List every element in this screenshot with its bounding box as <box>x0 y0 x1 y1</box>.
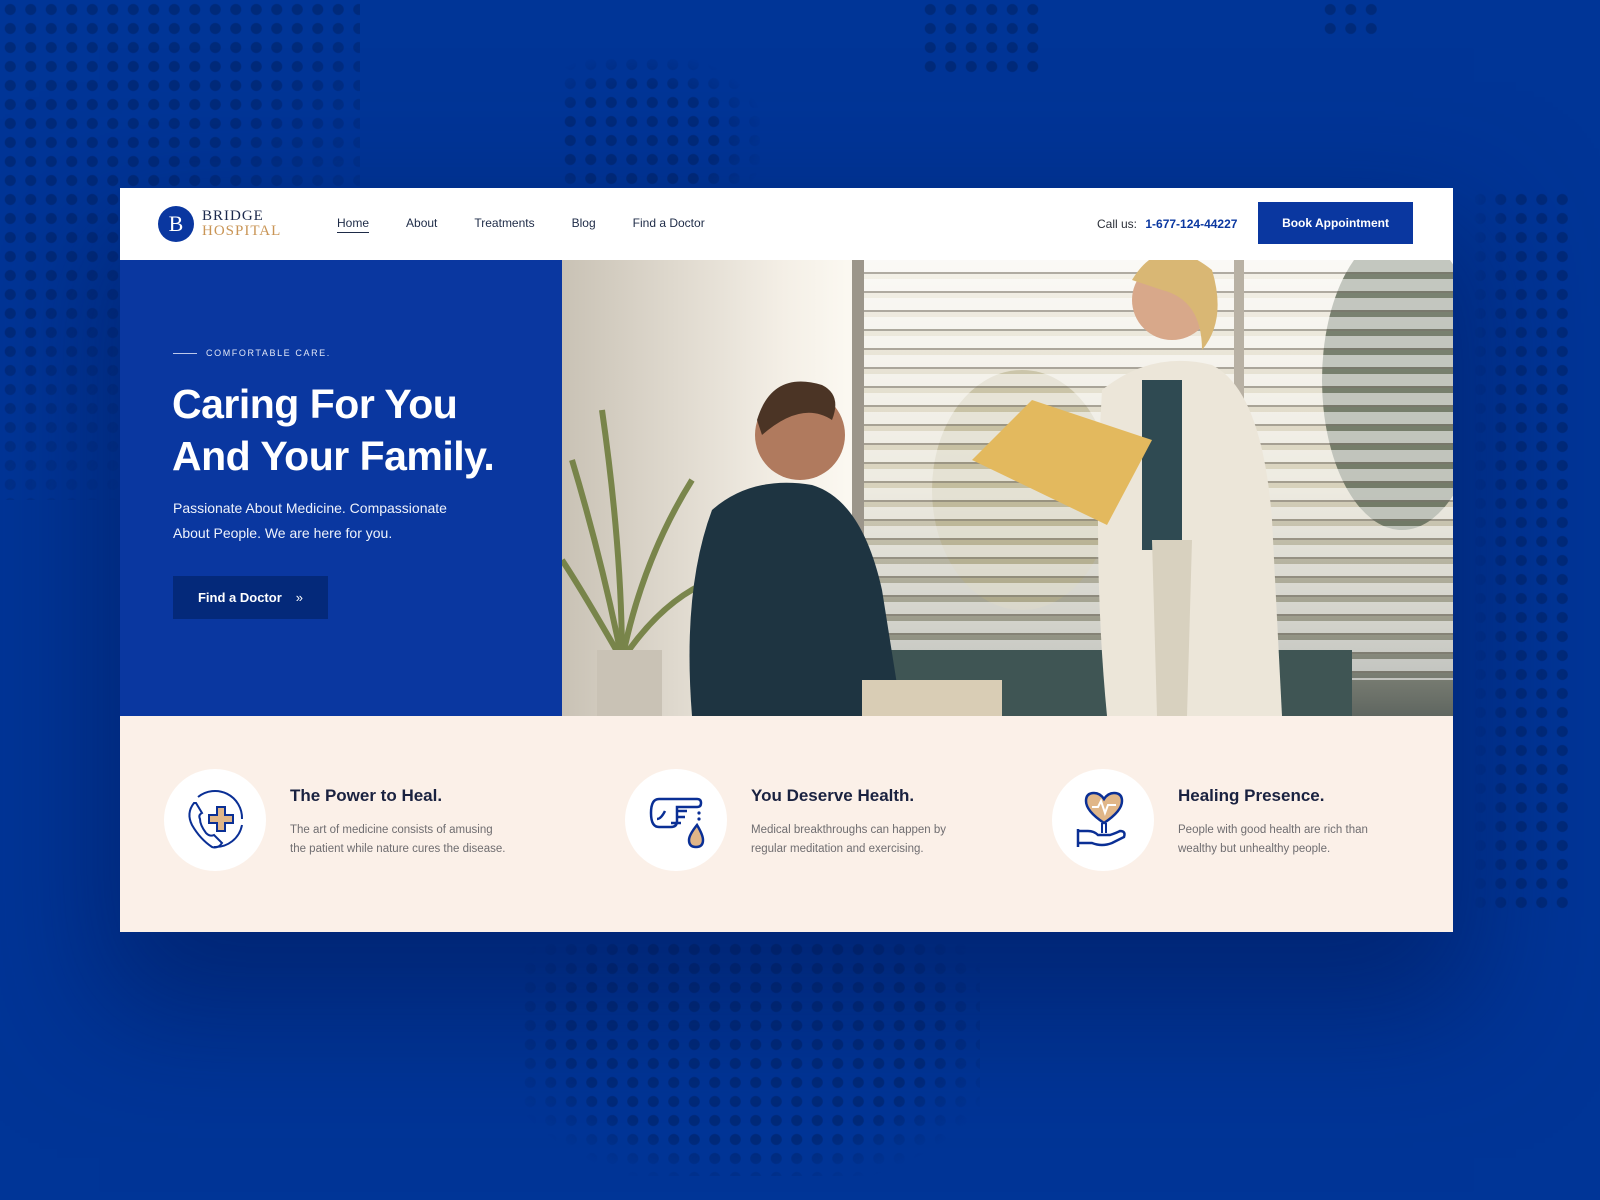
phone-medical-cross-icon <box>188 790 244 849</box>
feature-title: The Power to Heal. <box>290 786 443 805</box>
nav-item-find-a-doctor[interactable]: Find a Doctor <box>633 216 705 233</box>
feature-icon-circle <box>625 769 727 871</box>
feature-description: The art of medicine consists of amusing … <box>290 821 530 859</box>
feature-icon-circle <box>164 769 266 871</box>
doctor-patient-photo <box>562 260 1453 716</box>
feature-desc-line: People with good health are rich than <box>1178 824 1368 836</box>
feature-desc-line: Medical breakthroughs can happen by <box>751 824 946 836</box>
hero-subtitle: Passionate About Medicine. Compassionate… <box>173 496 473 546</box>
hero-image <box>562 260 1453 716</box>
feature-description: Medical breakthroughs can happen by regu… <box>751 821 991 859</box>
hero-eyebrow: COMFORTABLE CARE. <box>173 348 331 358</box>
logo-line-bridge: BRIDGE <box>202 208 264 224</box>
find-a-doctor-label: Find a Doctor <box>197 590 282 605</box>
site-header: B BRIDGE HOSPITAL Home About Treatments … <box>120 188 1453 260</box>
eyebrow-text: COMFORTABLE CARE. <box>206 348 331 358</box>
feature-desc-line: wealthy but unhealthy people. <box>1178 843 1331 855</box>
background-dot-pattern <box>560 55 760 195</box>
nav-item-blog[interactable]: Blog <box>572 216 596 233</box>
eyebrow-line <box>173 352 197 354</box>
nav-item-about[interactable]: About <box>406 216 437 233</box>
logo-badge: B <box>158 206 194 242</box>
background-dot-pattern <box>1320 0 1380 35</box>
phone-link[interactable]: 1-677-124-44227 <box>1145 217 1237 231</box>
logo[interactable]: B BRIDGE HOSPITAL <box>158 206 281 242</box>
feature-title: Healing Presence. <box>1178 786 1325 805</box>
hero-panel: COMFORTABLE CARE. Caring For You And You… <box>120 260 562 716</box>
feature-desc-line: the patient while nature cures the disea… <box>290 843 506 855</box>
call-us: Call us: 1-677-124-44227 <box>1097 217 1237 231</box>
hand-heart-pulse-icon <box>1076 791 1126 847</box>
hero-title-line1: Caring For You <box>172 381 458 427</box>
nav-item-treatments[interactable]: Treatments <box>474 216 534 233</box>
background-dot-pattern <box>520 940 980 1176</box>
hero-title: Caring For You And Your Family. <box>172 378 495 482</box>
feature-title: You Deserve Health. <box>751 786 915 805</box>
feature-desc-line: regular meditation and exercising. <box>751 843 924 855</box>
call-label: Call us: <box>1097 217 1138 231</box>
finger-blood-drop-icon <box>649 797 705 849</box>
website-mockup: B BRIDGE HOSPITAL Home About Treatments … <box>120 188 1453 932</box>
feature-description: People with good health are rich than we… <box>1178 821 1418 859</box>
book-appointment-button[interactable]: Book Appointment <box>1258 202 1413 244</box>
find-a-doctor-button[interactable]: Find a Doctor » <box>173 576 328 619</box>
features-section: The Power to Heal. The art of medicine c… <box>120 716 1453 932</box>
hero-title-line2: And Your Family. <box>172 433 495 479</box>
background-dot-pattern <box>920 0 1040 75</box>
background-dot-pattern <box>1470 190 1568 910</box>
feature-desc-line: The art of medicine consists of amusing <box>290 824 493 836</box>
feature-icon-circle <box>1052 769 1154 871</box>
hero-subtitle-line1: Passionate About Medicine. Compassionate <box>173 500 447 516</box>
logo-wordmark: BRIDGE HOSPITAL <box>202 209 281 239</box>
double-chevron-right-icon: » <box>295 590 303 605</box>
main-nav: Home About Treatments Blog Find a Doctor <box>337 216 742 233</box>
nav-item-home[interactable]: Home <box>337 216 370 233</box>
hero-subtitle-line2: About People. We are here for you. <box>173 525 393 541</box>
logo-line-hospital: HOSPITAL <box>202 223 282 239</box>
